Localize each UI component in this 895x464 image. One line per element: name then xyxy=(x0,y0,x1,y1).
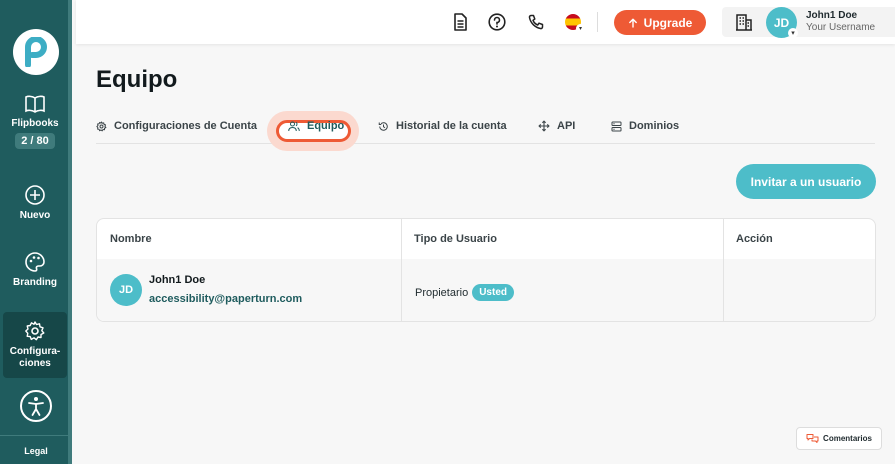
arrow-up-icon xyxy=(628,18,637,28)
upgrade-label: Upgrade xyxy=(643,15,693,30)
book-icon xyxy=(25,95,45,113)
help-circle-icon xyxy=(488,13,506,31)
sidebar-item-label: Flipbooks xyxy=(11,118,59,129)
user-subtitle: Your Username xyxy=(806,22,876,33)
tab-label: Dominios xyxy=(629,120,680,132)
phone-button[interactable] xyxy=(526,12,546,32)
language-selector[interactable]: ▾ xyxy=(563,12,585,33)
tab-dominios[interactable]: Dominios xyxy=(611,120,679,132)
server-icon xyxy=(611,121,622,131)
sidebar-item-branding[interactable]: Branding xyxy=(3,251,67,289)
sidebar-item-flipbooks[interactable]: Flipbooks 2 / 80 xyxy=(3,94,67,149)
tab-label: Equipo xyxy=(307,120,345,132)
team-table: Nombre Tipo de Usuario Acción JD John1 D… xyxy=(96,218,876,322)
tab-label: Historial de la cuenta xyxy=(396,120,507,132)
tab-label: API xyxy=(557,120,576,132)
tab-configuraciones-de-cuenta[interactable]: Configuraciones de Cuenta xyxy=(96,120,257,132)
invite-user-button[interactable]: Invitar a un usuario xyxy=(736,164,876,199)
column-header-tipo: Tipo de Usuario xyxy=(414,233,497,245)
user-name: John1 Doe xyxy=(806,10,858,21)
building-icon xyxy=(736,14,752,31)
column-header-accion: Acción xyxy=(736,233,773,245)
sidebar-item-label: Nuevo xyxy=(19,210,51,221)
plus-circle-icon xyxy=(25,185,45,205)
gear-icon xyxy=(96,121,107,131)
user-menu[interactable]: JD ▾ John1 Doe Your Username xyxy=(766,7,895,38)
history-icon xyxy=(378,121,388,131)
help-button[interactable] xyxy=(487,12,507,32)
column-divider xyxy=(401,219,402,321)
legal-divider xyxy=(0,435,72,436)
legal-link[interactable]: Legal xyxy=(0,446,72,456)
users-icon xyxy=(288,121,300,131)
topbar-divider xyxy=(597,12,598,32)
chevron-down-icon: ▾ xyxy=(576,24,585,33)
member-name: John1 Doe xyxy=(149,274,206,286)
sidebar-item-configuraciones[interactable]: Configura- ciones xyxy=(3,312,67,378)
flipbook-count-badge: 2 / 80 xyxy=(15,133,55,149)
accessibility-icon xyxy=(28,397,44,416)
avatar: JD xyxy=(110,274,142,306)
move-icon xyxy=(538,120,550,132)
page-title: Equipo xyxy=(96,66,178,93)
paperturn-logo[interactable] xyxy=(13,29,59,75)
tab-label: Configuraciones de Cuenta xyxy=(114,120,258,132)
tab-bar: Configuraciones de Cuenta Equipo Histori… xyxy=(96,111,875,151)
member-email[interactable]: accessibility@paperturn.com xyxy=(149,293,302,305)
organization-button[interactable] xyxy=(722,7,766,37)
status-badge: Usted xyxy=(472,284,514,301)
chat-icon xyxy=(806,434,819,443)
sidebar-item-nuevo[interactable]: Nuevo xyxy=(3,184,67,222)
member-type: Propietario Usted xyxy=(415,284,514,301)
document-icon xyxy=(454,13,467,31)
feedback-label: Comentarios xyxy=(823,434,872,443)
tab-historial[interactable]: Historial de la cuenta xyxy=(378,120,507,132)
member-role: Propietario xyxy=(415,286,469,299)
document-button[interactable] xyxy=(450,12,470,32)
palette-icon xyxy=(25,252,45,272)
chevron-down-icon: ▾ xyxy=(788,28,798,38)
sidebar-item-label: Configura- ciones xyxy=(9,346,61,369)
top-bar: ▾ Upgrade JD ▾ John1 Doe Your Username xyxy=(76,0,895,44)
sidebar-item-label: Branding xyxy=(13,277,57,288)
spain-flag-icon: ▾ xyxy=(565,14,585,33)
tab-api[interactable]: API xyxy=(538,120,575,132)
feedback-button[interactable]: Comentarios xyxy=(796,427,882,450)
tab-equipo[interactable]: Equipo xyxy=(288,120,344,132)
logo-p-icon xyxy=(25,37,48,67)
column-divider xyxy=(723,219,724,321)
gear-icon xyxy=(25,321,45,341)
sidebar: Flipbooks 2 / 80 Nuevo Branding Configur… xyxy=(0,0,72,464)
upgrade-button[interactable]: Upgrade xyxy=(614,10,706,35)
phone-icon xyxy=(528,14,544,30)
column-header-nombre: Nombre xyxy=(110,233,152,245)
accessibility-button[interactable] xyxy=(20,390,52,422)
